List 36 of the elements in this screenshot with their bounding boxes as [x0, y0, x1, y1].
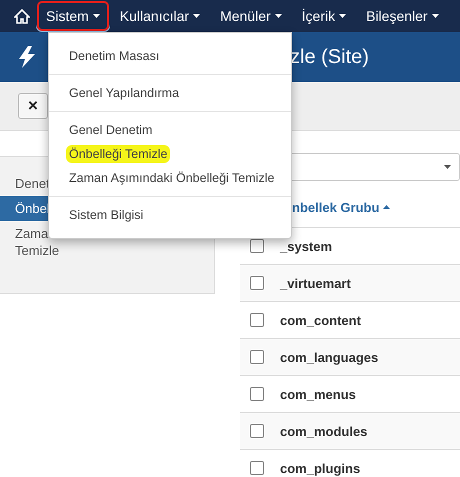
caret-icon: [432, 14, 439, 18]
menu-item[interactable]: Denetim Masası: [49, 44, 291, 68]
row-checkbox[interactable]: [250, 424, 264, 438]
lightning-icon: [18, 46, 36, 68]
menu-item[interactable]: Genel Denetim: [49, 118, 291, 142]
table-cell: _system: [280, 238, 332, 254]
page-title: zle (Site): [290, 46, 369, 68]
caret-icon: [274, 14, 282, 18]
caret-icon: [193, 14, 200, 18]
nav-menu-item[interactable]: Kullanıcılar: [110, 0, 210, 32]
caret-icon: [339, 14, 346, 18]
table-cell: com_languages: [280, 350, 378, 364]
row-checkbox[interactable]: [250, 387, 264, 401]
table-cell: com_content: [280, 312, 361, 328]
nav-menu-item[interactable]: Sistem: [36, 0, 110, 32]
row-checkbox[interactable]: [250, 239, 264, 253]
nav-menu-item[interactable]: İçerik: [292, 0, 356, 32]
menu-item[interactable]: Zaman Aşımındaki Önbelleği Temizle: [49, 166, 291, 190]
menu-item[interactable]: Genel Yapılandırma: [49, 81, 291, 105]
caret-icon: [92, 14, 100, 18]
table-cell: _virtuemart: [280, 276, 351, 290]
column-header[interactable]: nbellek Grubu: [292, 200, 390, 214]
home-icon[interactable]: [14, 8, 30, 24]
row-checkbox[interactable]: [250, 350, 264, 364]
row-checkbox[interactable]: [250, 276, 264, 290]
table-cell: com_menus: [280, 386, 356, 402]
menu-item[interactable]: Önbelleği Temizle: [49, 142, 291, 166]
row-checkbox[interactable]: [250, 461, 264, 475]
caret-icon: [444, 165, 451, 169]
close-button[interactable]: ×: [18, 93, 48, 119]
row-checkbox[interactable]: [250, 313, 264, 327]
nav-menu-item[interactable]: Menüler: [210, 0, 292, 32]
nav-menu-item[interactable]: Bileşenler: [356, 0, 449, 32]
table-cell: com_modules: [280, 424, 368, 438]
table-cell: com_plugins: [280, 460, 360, 476]
menu-item[interactable]: Sistem Bilgisi: [49, 203, 291, 227]
